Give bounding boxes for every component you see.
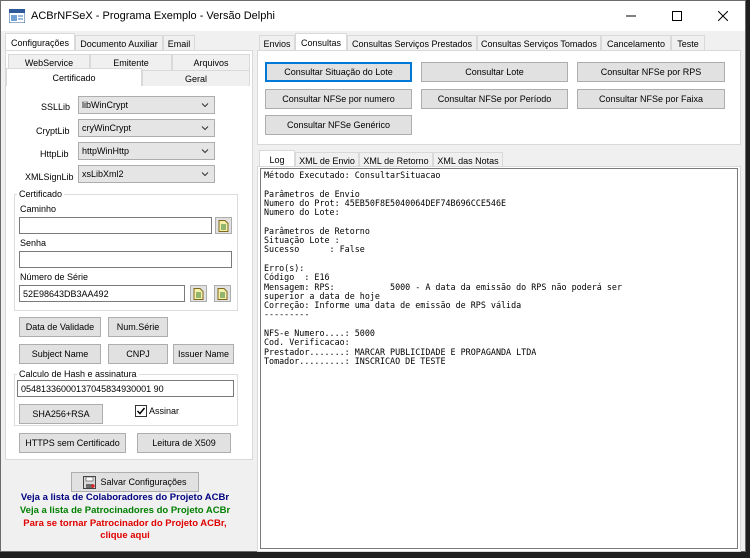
tab-email[interactable]: Email <box>163 35 195 51</box>
serie-label: Número de Série <box>20 272 89 282</box>
caminho-field[interactable] <box>19 217 212 234</box>
minimize-icon <box>626 15 636 17</box>
salvar-label: Salvar Configurações <box>100 477 187 487</box>
patrocinador-link-line2[interactable]: clique aqui <box>1 530 249 541</box>
tab-configuracoes[interactable]: Configurações <box>5 33 75 51</box>
consultar-nfse-rps-button[interactable]: Consultar NFSe por RPS <box>577 62 725 82</box>
assinar-label: Assinar <box>149 406 180 416</box>
tab-consultas-servicos-tomados[interactable]: Consultas Serviços Tomados <box>477 35 601 51</box>
tab-cancelamento[interactable]: Cancelamento <box>601 35 671 51</box>
cryptlib-label: CryptLib <box>36 126 70 136</box>
patrocinadores-link[interactable]: Veja a lista de Patrocinadores do Projet… <box>1 505 249 516</box>
close-button[interactable] <box>700 1 746 31</box>
serie-field[interactable]: 52E98643DB3AA492 <box>19 285 185 302</box>
subtab-geral[interactable]: Geral <box>142 70 250 86</box>
chevron-down-icon <box>201 149 209 154</box>
colaboradores-link[interactable]: Veja a lista de Colaboradores do Projeto… <box>1 492 249 503</box>
document-icon <box>217 287 228 300</box>
log-line: Sucesso : False <box>264 244 365 255</box>
senha-field[interactable] <box>19 251 232 268</box>
select-serie-button[interactable] <box>190 285 207 302</box>
subtab-certificado[interactable]: Certificado <box>6 68 142 86</box>
hash-group-title: Calculo de Hash e assinatura <box>17 369 139 379</box>
log-line: --------- <box>264 309 310 320</box>
main-window: ACBrNFSeX - Programa Exemplo - Versão De… <box>0 0 746 552</box>
subject-name-button[interactable]: Subject Name <box>19 344 101 364</box>
ssllib-select[interactable]: libWinCrypt <box>78 96 215 114</box>
browse-serie-button[interactable] <box>214 285 231 302</box>
tab-teste[interactable]: Teste <box>671 35 705 51</box>
leitura-x509-button[interactable]: Leitura de X509 <box>137 433 231 453</box>
save-icon <box>83 475 97 489</box>
log-line: Erro(s): <box>264 262 305 273</box>
xmlsignlib-label: XMLSignLib <box>25 172 74 182</box>
app-icon <box>9 9 25 23</box>
num-serie-button[interactable]: Num.Série <box>108 317 168 337</box>
close-icon <box>718 11 728 21</box>
salvar-configuracoes-button[interactable]: Salvar Configurações <box>71 472 199 492</box>
consultar-nfse-faixa-button[interactable]: Consultar NFSe por Faixa <box>577 89 725 109</box>
document-icon <box>218 219 229 232</box>
httplib-value: httpWinHttp <box>82 146 130 156</box>
httplib-select[interactable]: httpWinHttp <box>78 142 215 160</box>
certificado-group-title: Certificado <box>17 189 65 199</box>
checkmark-icon <box>136 407 146 415</box>
log-memo[interactable]: Método Executado: ConsultarSituacao Parâ… <box>260 168 738 549</box>
consultar-situacao-lote-button[interactable]: Consultar Situação do Lote <box>265 62 412 82</box>
issuer-name-button[interactable]: Issuer Name <box>173 344 234 364</box>
sha256-rsa-button[interactable]: SHA256+RSA <box>19 404 103 424</box>
consultar-nfse-periodo-button[interactable]: Consultar NFSe por Período <box>421 89 568 109</box>
tab-consultas-servicos-prestados[interactable]: Consultas Serviços Prestados <box>347 35 477 51</box>
ssllib-label: SSLLib <box>41 102 71 112</box>
tab-envios[interactable]: Envios <box>259 35 295 51</box>
log-line: Numero do Lote: <box>264 207 340 218</box>
maximize-button[interactable] <box>654 1 700 31</box>
httplib-label: HttpLib <box>40 149 69 159</box>
xmlsignlib-value: xsLibXml2 <box>82 169 124 179</box>
chevron-down-icon <box>201 172 209 177</box>
tab-documento-auxiliar[interactable]: Documento Auxiliar <box>75 35 163 51</box>
chevron-down-icon <box>201 126 209 131</box>
cryptlib-select[interactable]: cryWinCrypt <box>78 119 215 137</box>
log-line: Correção: Informe uma data de emissão de… <box>264 300 522 311</box>
data-validade-button[interactable]: Data de Validade <box>19 317 101 337</box>
title-bar: ACBrNFSeX - Programa Exemplo - Versão De… <box>1 1 745 31</box>
consultar-nfse-numero-button[interactable]: Consultar NFSe por numero <box>265 89 412 109</box>
cryptlib-value: cryWinCrypt <box>82 123 131 133</box>
https-sem-certificado-button[interactable]: HTTPS sem Certificado <box>19 433 126 453</box>
subtab-arquivos[interactable]: Arquivos <box>172 54 250 70</box>
chevron-down-icon <box>201 103 209 108</box>
maximize-icon <box>672 11 682 21</box>
consultar-lote-button[interactable]: Consultar Lote <box>421 62 568 82</box>
log-line: Tomador.........: INSCRICAO DE TESTE <box>264 355 446 366</box>
senha-label: Senha <box>20 238 47 248</box>
document-icon <box>193 287 204 300</box>
ssllib-value: libWinCrypt <box>82 100 129 110</box>
patrocinador-link-line1[interactable]: Para se tornar Patrocinador do Projeto A… <box>1 518 249 529</box>
log-line: Método Executado: ConsultarSituacao <box>264 170 441 180</box>
caminho-label: Caminho <box>20 204 57 214</box>
hash-field[interactable]: 05481336000137045834930001 90 <box>17 380 234 397</box>
assinar-checkbox[interactable] <box>135 405 147 417</box>
xmlsignlib-select[interactable]: xsLibXml2 <box>78 165 215 183</box>
window-title: ACBrNFSeX - Programa Exemplo - Versão De… <box>31 10 275 22</box>
minimize-button[interactable] <box>608 1 654 31</box>
cnpj-button[interactable]: CNPJ <box>108 344 168 364</box>
browse-caminho-button[interactable] <box>215 217 232 234</box>
consultar-nfse-generico-button[interactable]: Consultar NFSe Genérico <box>265 115 412 135</box>
tab-consultas[interactable]: Consultas <box>295 33 347 51</box>
